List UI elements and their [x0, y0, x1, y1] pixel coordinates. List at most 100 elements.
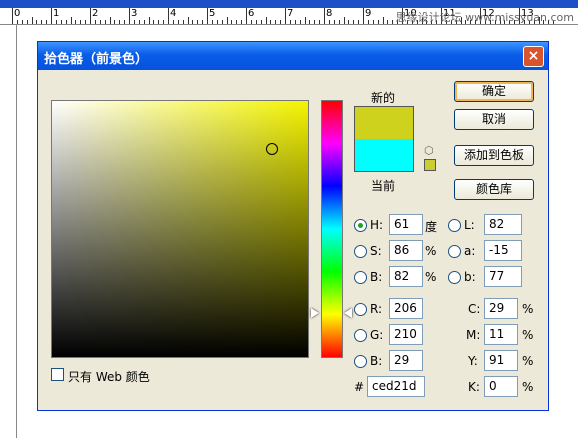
color-picker-ring[interactable] — [266, 143, 278, 155]
a-channel-radio[interactable] — [448, 245, 461, 258]
hex-input[interactable]: ced21d — [367, 376, 425, 397]
ruler-minor-tick — [55, 20, 57, 24]
hue-input[interactable]: 61 — [389, 214, 423, 235]
brightness-radio[interactable] — [354, 271, 367, 284]
green-radio[interactable] — [354, 329, 367, 342]
ruler-minor-tick — [309, 20, 311, 24]
ruler-minor-tick — [143, 20, 145, 24]
blue-input[interactable]: 29 — [389, 350, 423, 371]
ruler-minor-tick — [265, 17, 267, 24]
ruler-minor-tick — [387, 20, 389, 24]
web-colors-only-checkbox[interactable] — [51, 368, 64, 381]
ruler-minor-tick — [241, 20, 243, 24]
ruler-minor-tick — [65, 20, 67, 24]
ruler-minor-tick — [294, 20, 296, 24]
b-channel-radio[interactable] — [448, 271, 461, 284]
vertical-ruler — [0, 25, 17, 438]
saturation-unit: % — [425, 244, 437, 258]
ruler-minor-tick — [289, 20, 291, 24]
ruler-number: 5 — [209, 8, 216, 19]
hue-slider-left-arrow-icon[interactable] — [311, 308, 319, 318]
ok-button[interactable]: 确定 — [454, 81, 534, 102]
ruler-minor-tick — [372, 20, 374, 24]
yellow-unit: % — [522, 354, 534, 368]
hue-unit: 度 — [425, 220, 438, 234]
color-field[interactable] — [51, 100, 309, 358]
black-unit: % — [522, 380, 534, 394]
ruler-minor-tick — [187, 17, 189, 24]
ruler-minor-tick — [26, 20, 28, 24]
ruler-number: 4 — [170, 8, 177, 19]
red-label: R: — [370, 302, 383, 316]
ruler-minor-tick — [60, 20, 62, 24]
a-channel-input[interactable]: -15 — [484, 240, 522, 261]
ruler-minor-tick — [392, 20, 394, 24]
magenta-input[interactable]: 11 — [484, 324, 518, 345]
magenta-label: M: — [466, 328, 481, 342]
current-color-label: 当前 — [371, 179, 396, 193]
ruler-tick — [51, 8, 52, 24]
ruler-tick — [207, 8, 208, 24]
ruler-minor-tick — [70, 17, 72, 24]
magenta-unit: % — [522, 328, 534, 342]
red-radio[interactable] — [354, 303, 367, 316]
new-color-swatch — [355, 107, 413, 139]
hue-slider[interactable] — [321, 100, 343, 358]
watermark: 思缘设计论坛 www.missyuan.com — [395, 11, 574, 24]
ruler-minor-tick — [338, 20, 340, 24]
ruler-minor-tick — [158, 20, 160, 24]
ruler-tick — [129, 8, 130, 24]
dialog-title: 拾色器（前景色） — [44, 52, 149, 67]
close-button[interactable]: × — [523, 46, 544, 67]
web-safe-cube-icon[interactable]: ⬡ — [424, 144, 434, 157]
cyan-input[interactable]: 29 — [484, 298, 518, 319]
ruler-minor-tick — [16, 20, 18, 24]
b-channel-input[interactable]: 77 — [484, 266, 522, 287]
hue-slider-right-arrow-icon[interactable] — [344, 308, 352, 318]
ruler-minor-tick — [114, 20, 116, 24]
ruler-minor-tick — [41, 20, 43, 24]
new-color-label: 新的 — [371, 91, 396, 105]
hex-label: # — [354, 380, 365, 394]
a-channel-label: a: — [464, 244, 476, 258]
black-label: K: — [468, 380, 480, 394]
ruler-minor-tick — [382, 17, 384, 24]
ruler-number: 3 — [131, 8, 138, 19]
ruler-tick — [324, 8, 325, 24]
ruler-minor-tick — [75, 20, 77, 24]
ruler-number: 6 — [248, 8, 255, 19]
add-to-swatches-button[interactable]: 添加到色板 — [454, 145, 534, 166]
blue-radio[interactable] — [354, 355, 367, 368]
ruler-minor-tick — [343, 17, 345, 24]
color-libraries-button[interactable]: 颜色库 — [454, 179, 534, 200]
ruler-tick — [168, 8, 169, 24]
black-input[interactable]: 0 — [484, 376, 518, 397]
saturation-input[interactable]: 86 — [389, 240, 423, 261]
b-channel-label: b: — [464, 270, 476, 284]
hue-radio[interactable] — [354, 219, 367, 232]
cancel-button[interactable]: 取消 — [454, 109, 534, 130]
ruler-minor-tick — [226, 17, 228, 24]
color-preview — [354, 106, 414, 172]
lightness-radio[interactable] — [448, 219, 461, 232]
current-color-swatch[interactable] — [355, 139, 413, 171]
ruler-minor-tick — [255, 20, 257, 24]
yellow-input[interactable]: 91 — [484, 350, 518, 371]
ruler-minor-tick — [197, 20, 199, 24]
ruler-minor-tick — [333, 20, 335, 24]
ruler-number: 9 — [365, 8, 372, 19]
ruler-minor-tick — [148, 17, 150, 24]
saturation-radio[interactable] — [354, 245, 367, 258]
brightness-input[interactable]: 82 — [389, 266, 423, 287]
ruler-minor-tick — [153, 20, 155, 24]
brightness-label: B: — [370, 270, 383, 284]
close-icon: × — [527, 48, 540, 64]
ruler-minor-tick — [36, 20, 38, 24]
red-input[interactable]: 206 — [389, 298, 423, 319]
lightness-input[interactable]: 82 — [484, 214, 522, 235]
dialog-title-bar[interactable]: 拾色器（前景色） × — [38, 42, 548, 70]
green-input[interactable]: 210 — [389, 324, 423, 345]
web-safe-color-swatch[interactable] — [424, 159, 436, 171]
ruler-minor-tick — [236, 20, 238, 24]
ruler-minor-tick — [163, 20, 165, 24]
